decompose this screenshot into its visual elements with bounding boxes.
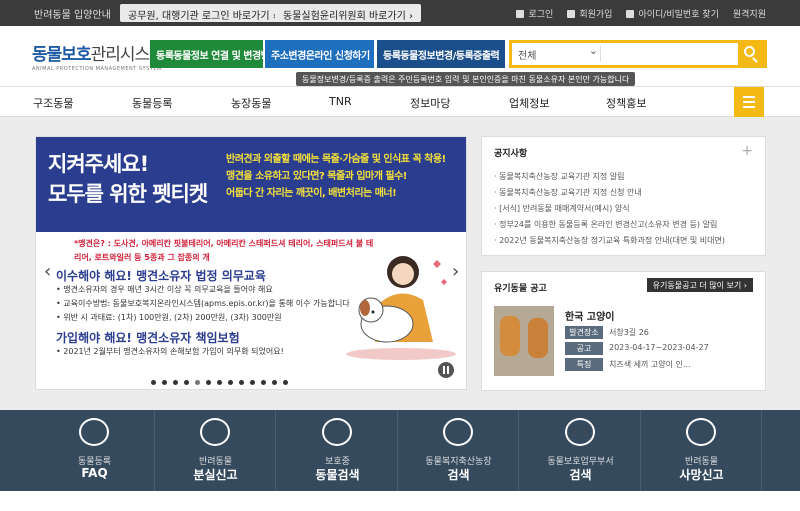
address-change-button[interactable]: 주소변경온라인 신청하기 — [265, 40, 374, 68]
slide-dot[interactable] — [162, 380, 167, 385]
prev-slide-arrow-icon[interactable]: ‹ — [44, 261, 51, 282]
banner-messages: 반려견과 외출할 때에는 목줄·가슴줄 및 인식표 꼭 착용! 맹견을 소유하고… — [226, 154, 446, 199]
nav-business-info[interactable]: 업체정보 — [509, 95, 549, 111]
slide-dot-active[interactable] — [195, 380, 200, 385]
slide-dot[interactable] — [173, 380, 178, 385]
menu-button[interactable] — [734, 87, 764, 117]
slide-dot[interactable] — [239, 380, 244, 385]
search-bar: 전체 — [509, 40, 767, 68]
official-login-button[interactable]: 공무원, 대행기관 로그인 바로가기 › — [120, 4, 285, 22]
banner-title: 지켜주세요! 모두를 위한 펫티켓 — [48, 152, 208, 206]
document-search-icon — [565, 418, 595, 446]
notice-title: 공지사항 — [494, 149, 528, 159]
plant-hand-icon — [443, 418, 473, 446]
find-account-link[interactable]: 아이디/비밀번호 찾기 — [626, 7, 719, 20]
list-item[interactable]: 동물복지축산농장 교육기관 지정 알림 — [494, 169, 725, 185]
lock-icon — [516, 9, 525, 18]
animal-name[interactable]: 한국 고양이 — [565, 308, 614, 323]
person-with-dog-illustration — [346, 256, 456, 360]
plus-icon[interactable]: + — [741, 143, 753, 159]
flower-icon — [686, 418, 716, 446]
list-item[interactable]: 정부24를 이용한 동물등록 온라인 변경신고(소유자 변경 등) 알림 — [494, 217, 725, 233]
dog-icon — [322, 418, 352, 446]
nav-farm-animals[interactable]: 농장동물 — [231, 95, 271, 111]
list-item[interactable]: [서식] 반려동물 매매계약서(예시) 양식 — [494, 201, 725, 217]
info-row: 발견장소 서창3길 26 — [565, 326, 755, 340]
nav-rescue-animals[interactable]: 구조동물 — [33, 95, 73, 111]
quick-links: 동물등록 FAQ 반려동물 분실신고 보호중 동물검색 동물복지축산농장 검색 … — [0, 410, 800, 491]
registration-info-link-button[interactable]: 동록동물정보 연결 및 변경방법 — [150, 40, 279, 68]
notice-panel: 공지사항 + 동물복지축산농장 교육기관 지정 알림 동물복지축산농장 교육기관… — [481, 136, 766, 256]
pause-icon[interactable] — [438, 362, 454, 378]
user-icon — [567, 9, 576, 18]
chat-icon — [79, 418, 109, 446]
lost-animal-title: 유기동물 공고 — [494, 284, 547, 294]
next-slide-arrow-icon[interactable]: › — [452, 261, 459, 282]
nav-info[interactable]: 정보마당 — [410, 95, 450, 111]
quick-lost-report[interactable]: 반려동물 분실신고 — [155, 410, 276, 491]
ethics-committee-button[interactable]: 동물실험윤리위원회 바로가기 › — [275, 4, 421, 22]
search-button[interactable] — [738, 43, 764, 65]
slide-dot[interactable] — [261, 380, 266, 385]
lost-animal-panel: 유기동물 공고 유기동물공고 더 많이 보기 › 한국 고양이 발견장소 서창3… — [481, 271, 766, 391]
top-links: 로그인 회원가입 아이디/비밀번호 찾기 원격지원 — [516, 7, 766, 20]
remote-support-link[interactable]: 원격지원 — [733, 7, 766, 20]
adoption-guide-link[interactable]: 반려동물 입양안내 — [34, 6, 111, 21]
info-tooltip: 동물정보변경/등록증 출력은 주민등록번호 입력 및 본인인증을 마친 동물소유… — [296, 72, 636, 86]
slide-dot[interactable] — [151, 380, 156, 385]
quick-animal-search[interactable]: 보호중 동물검색 — [277, 410, 398, 491]
slide-indicators — [151, 380, 288, 385]
notice-list: 동물복지축산농장 교육기관 지정 알림 동물복지축산농장 교육기관 지정 신청 … — [494, 169, 725, 249]
quick-faq[interactable]: 동물등록 FAQ — [34, 410, 155, 491]
login-link[interactable]: 로그인 — [516, 7, 553, 20]
nav-tnr[interactable]: TNR — [329, 95, 352, 108]
more-lost-animals-button[interactable]: 유기동물공고 더 많이 보기 › — [646, 278, 753, 292]
search-category-select[interactable]: 전체 — [518, 44, 598, 62]
search-icon — [744, 46, 755, 57]
hamburger-icon — [743, 96, 755, 98]
slide-dot[interactable] — [272, 380, 277, 385]
site-logo[interactable]: 동물보호관리시스템 ANIMAL PROTECTION MANAGEMENT S… — [32, 40, 165, 72]
nav-animal-registration[interactable]: 동물등록 — [132, 95, 172, 111]
list-item[interactable]: 2022년 동물복지축산농장 정기교육 특화과정 안내(대면 및 비대면) — [494, 233, 725, 249]
main-nav: 구조동물 동물등록 농장동물 TNR 정보마당 업체정보 정책홍보 — [0, 86, 800, 117]
slide-dot[interactable] — [217, 380, 222, 385]
quick-farm-search[interactable]: 동물복지축산농장 검색 — [398, 410, 519, 491]
key-icon — [626, 9, 635, 18]
slide-dot[interactable] — [206, 380, 211, 385]
slide-dot[interactable] — [250, 380, 255, 385]
slide-dot[interactable] — [283, 380, 288, 385]
join-link[interactable]: 회원가입 — [567, 7, 612, 20]
quick-death-report[interactable]: 반려동물 사망신고 — [641, 410, 762, 491]
nav-policy[interactable]: 정책홍보 — [606, 95, 646, 111]
info-row: 특징 치즈색 세끼 고양이 인... — [565, 358, 755, 372]
collar-icon — [200, 418, 230, 446]
top-bar: 반려동물 입양안내 공무원, 대행기관 로그인 바로가기 › 동물실험윤리위원회… — [0, 0, 800, 26]
main-banner: 지켜주세요! 모두를 위한 펫티켓 반려견과 외출할 때에는 목줄·가슴줄 및 … — [35, 136, 467, 390]
quick-department-search[interactable]: 동물보호업무부서 검색 — [520, 410, 641, 491]
registration-change-button[interactable]: 등록동물정보변경/등록증출력 — [377, 40, 505, 68]
list-item[interactable]: 동물복지축산농장 교육기관 지정 신청 안내 — [494, 185, 725, 201]
footer-strip — [0, 491, 800, 511]
slide-dot[interactable] — [228, 380, 233, 385]
animal-photo[interactable] — [494, 306, 554, 376]
banner-body: *맹견은? : 도사견, 아메리칸 핏불테리어, 아메리칸 스태퍼드셔 테리어,… — [56, 239, 374, 356]
info-row: 공고 2023-04-17~2023-04-27 — [565, 342, 755, 356]
slide-dot[interactable] — [184, 380, 189, 385]
